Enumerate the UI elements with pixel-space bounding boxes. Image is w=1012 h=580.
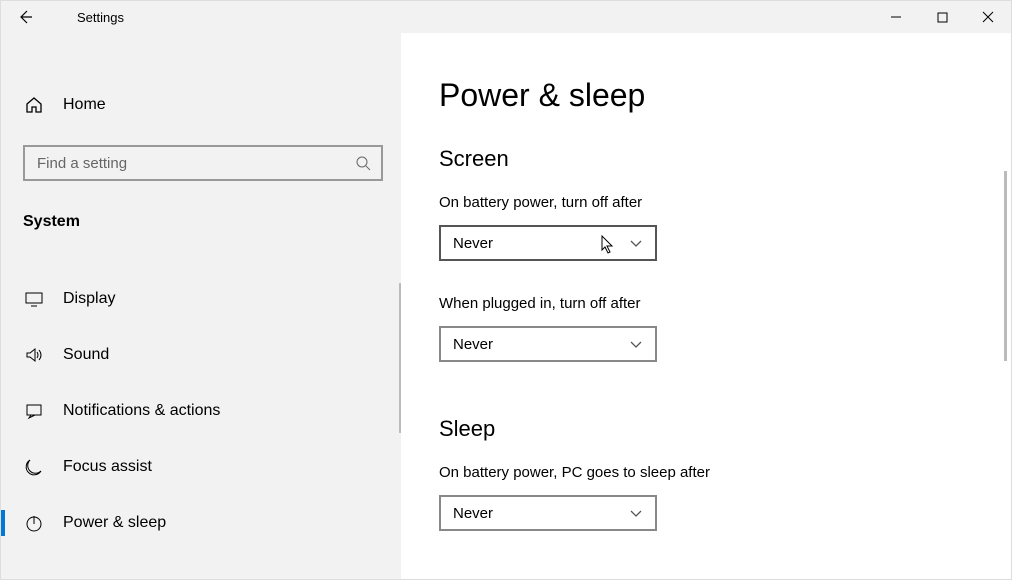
select-value: Never: [453, 336, 493, 353]
search-icon: [355, 155, 371, 171]
sidebar-item-notifications[interactable]: Notifications & actions: [1, 383, 401, 439]
display-icon: [23, 288, 45, 310]
sidebar-item-power-sleep[interactable]: Power & sleep: [1, 495, 401, 551]
screen-plugged-select[interactable]: Never: [439, 326, 657, 362]
power-icon: [23, 512, 45, 534]
section-screen-heading: Screen: [439, 146, 1011, 172]
window-title: Settings: [77, 10, 124, 25]
sidebar-item-label: Notifications & actions: [63, 402, 220, 420]
search-input[interactable]: [35, 154, 355, 173]
main-scrollbar[interactable]: [1004, 171, 1007, 361]
screen-battery-select[interactable]: Never: [439, 225, 657, 261]
sidebar-item-label: Power & sleep: [63, 514, 166, 532]
select-value: Never: [453, 235, 493, 252]
sleep-battery-select[interactable]: Never: [439, 495, 657, 531]
mouse-cursor-icon: [601, 235, 617, 255]
chevron-down-icon: [629, 506, 643, 520]
back-button[interactable]: [5, 1, 45, 33]
sidebar-item-focus-assist[interactable]: Focus assist: [1, 439, 401, 495]
minimize-button[interactable]: [873, 1, 919, 33]
minimize-icon: [890, 11, 902, 23]
search-wrap: [23, 145, 383, 181]
main-content: Power & sleep Screen On battery power, t…: [401, 33, 1011, 579]
nav-home-label: Home: [63, 96, 106, 114]
screen-plugged-label: When plugged in, turn off after: [439, 295, 1011, 312]
notifications-icon: [23, 400, 45, 422]
home-icon: [23, 94, 45, 116]
chevron-down-icon: [629, 236, 643, 250]
window-controls: [873, 1, 1011, 33]
chevron-down-icon: [629, 337, 643, 351]
sidebar-item-label: Sound: [63, 346, 109, 364]
search-box[interactable]: [23, 145, 383, 181]
sidebar-item-sound[interactable]: Sound: [1, 327, 401, 383]
select-value: Never: [453, 505, 493, 522]
sidebar-item-display[interactable]: Display: [1, 271, 401, 327]
section-sleep-heading: Sleep: [439, 416, 1011, 442]
category-label: System: [1, 199, 401, 245]
sound-icon: [23, 344, 45, 366]
arrow-left-icon: [17, 9, 33, 25]
sidebar-item-label: Focus assist: [63, 458, 152, 476]
titlebar: Settings: [1, 1, 1011, 33]
sidebar-item-label: Display: [63, 290, 115, 308]
maximize-icon: [937, 12, 948, 23]
maximize-button[interactable]: [919, 1, 965, 33]
screen-battery-label: On battery power, turn off after: [439, 194, 1011, 211]
nav-list: Display Sound Notifications & actions Fo…: [1, 271, 401, 551]
nav-home[interactable]: Home: [1, 77, 401, 133]
focus-assist-icon: [23, 456, 45, 478]
sleep-battery-label: On battery power, PC goes to sleep after: [439, 464, 1011, 481]
close-button[interactable]: [965, 1, 1011, 33]
close-icon: [982, 11, 994, 23]
page-title: Power & sleep: [439, 77, 1011, 114]
sidebar: Home System Display Sound Notificat: [1, 33, 401, 579]
